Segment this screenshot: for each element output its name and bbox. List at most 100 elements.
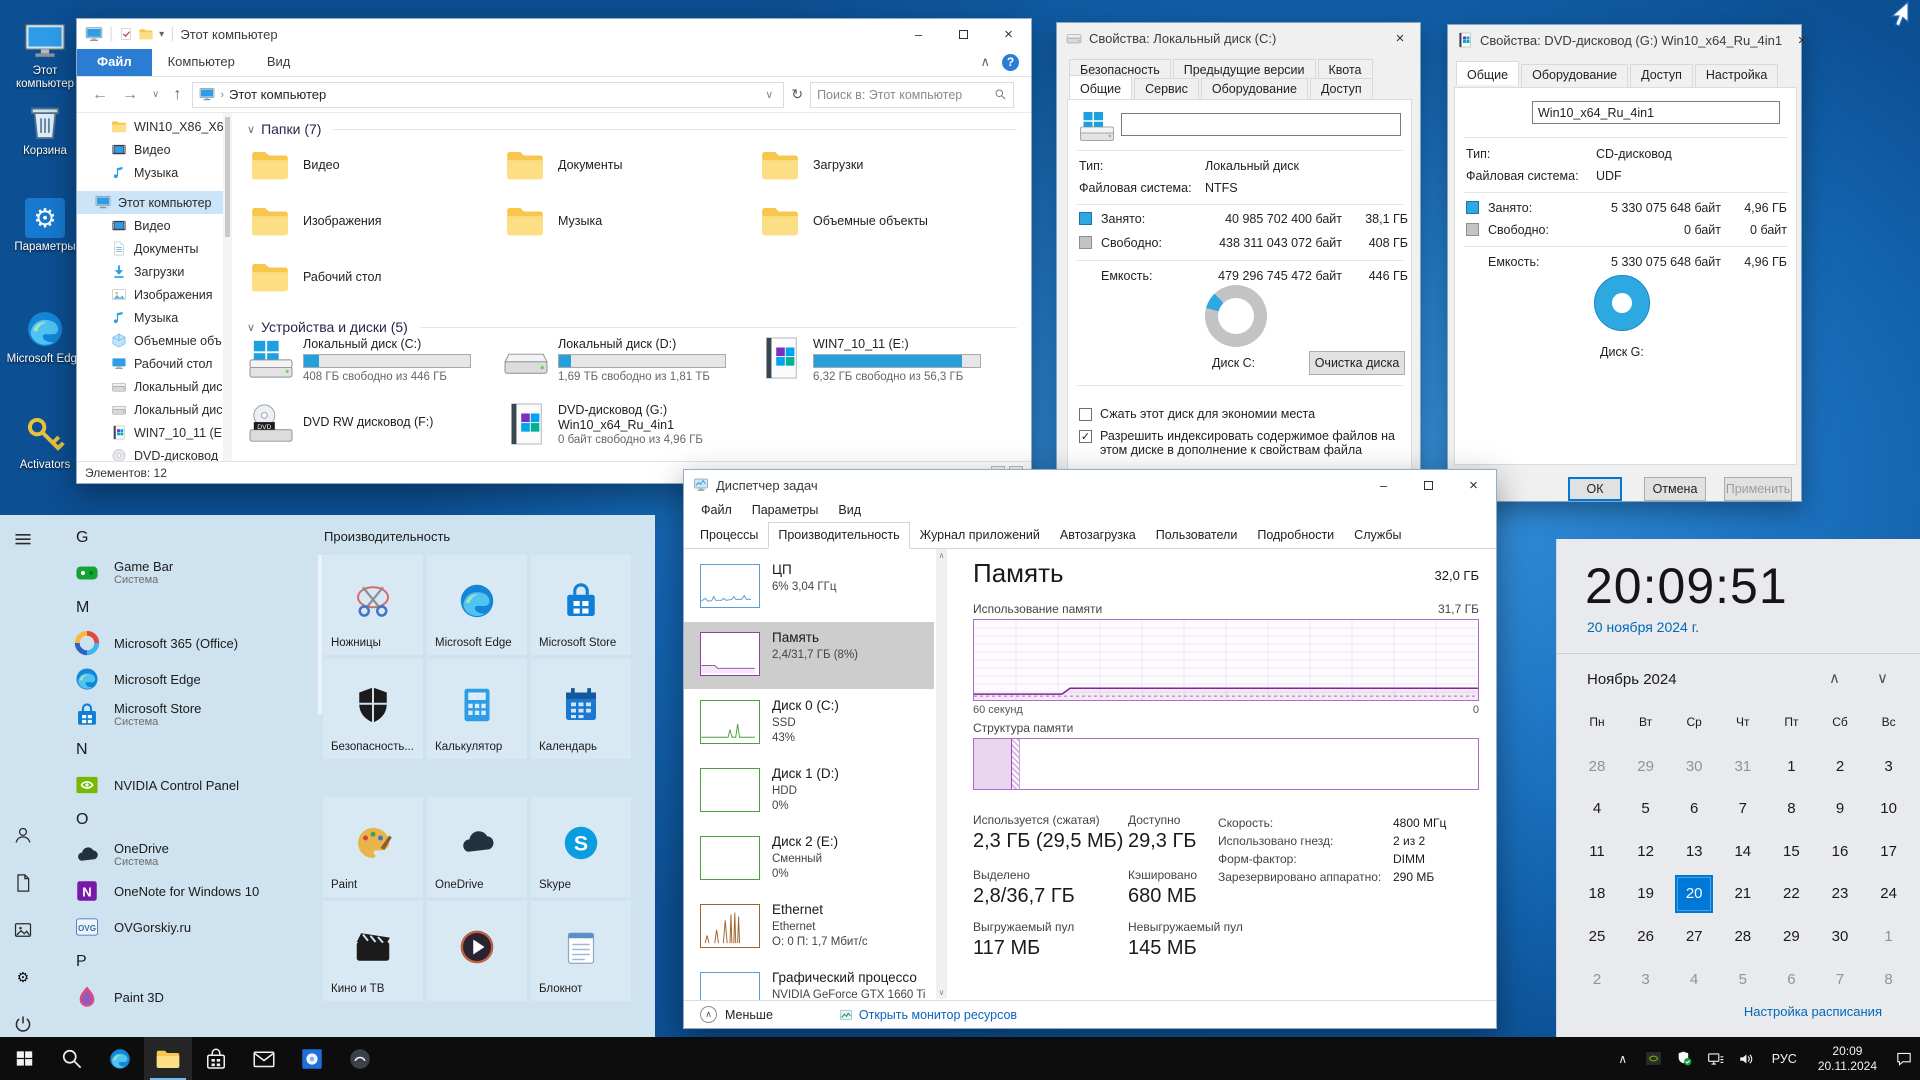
tab-производительность[interactable]: Производительность (768, 522, 909, 549)
tab-пользователи[interactable]: Пользователи (1146, 522, 1248, 548)
folder-item-3[interactable]: Загрузки (757, 139, 1007, 191)
calendar-day-3[interactable]: 3 (1622, 958, 1670, 1000)
calendar-day-22[interactable]: 22 (1767, 873, 1815, 915)
sidebar-item-рабочий-стол[interactable]: Рабочий стол (77, 352, 223, 375)
tile-календарь[interactable]: Календарь (531, 659, 631, 759)
calendar-day-27[interactable]: 27 (1670, 915, 1718, 957)
calendar-day-19[interactable]: 19 (1622, 873, 1670, 915)
maximize-button[interactable] (941, 19, 986, 49)
app-list-item-microsoft-365-office-[interactable]: Microsoft 365 (Office) (48, 625, 320, 661)
tab-previous-versions[interactable]: Предыдущие версии (1173, 59, 1316, 80)
disk-cleanup-button[interactable]: Очистка диска (1309, 351, 1405, 375)
volume-tray-icon[interactable] (1735, 1050, 1759, 1068)
calendar-day-1[interactable]: 1 (1865, 915, 1913, 957)
up-icon[interactable]: ↑ (166, 86, 188, 104)
calendar-day-4[interactable]: 4 (1670, 958, 1718, 1000)
tab-customize[interactable]: Настройка (1695, 64, 1779, 88)
app-list-letter-m[interactable]: M (48, 591, 320, 625)
calendar-day-14[interactable]: 14 (1719, 830, 1767, 872)
calendar-day-26[interactable]: 26 (1622, 915, 1670, 957)
maximize-button[interactable] (1406, 470, 1451, 500)
app-list-letter-p[interactable]: P (48, 945, 320, 979)
user-icon[interactable] (13, 825, 33, 845)
checkbox-unchecked-icon[interactable] (1079, 408, 1092, 421)
folder-item-7[interactable]: Рабочий стол (247, 251, 497, 303)
desktop-icon-2[interactable]: Корзина (6, 100, 84, 158)
drive-item-5[interactable]: DVD-дисковод (G:)Win10_x64_Ru_4in10 байт… (502, 403, 754, 448)
calendar-day-21[interactable]: 21 (1719, 873, 1767, 915)
calendar-day-18[interactable]: 18 (1573, 873, 1621, 915)
clock-date[interactable]: 20 ноября 2024 г. (1587, 619, 1699, 635)
nvidia-tray-icon[interactable] (1642, 1050, 1666, 1067)
calendar-day-24[interactable]: 24 (1865, 873, 1913, 915)
tile-калькулятор[interactable]: Калькулятор (427, 659, 527, 759)
folder-item-1[interactable]: Видео (247, 139, 497, 191)
close-icon[interactable]: × (1782, 25, 1822, 55)
calendar-day-29[interactable]: 29 (1622, 745, 1670, 787)
perf-item-ethernet[interactable]: EthernetEthernetО: 0 П: 1,7 Мбит/с (684, 894, 934, 961)
drives-section-header[interactable]: ∨Устройства и диски (5) (247, 317, 1017, 337)
refresh-icon[interactable]: ↻ (784, 86, 810, 103)
app-list-scrollbar[interactable] (318, 555, 322, 715)
mail-taskbar-button[interactable] (240, 1037, 288, 1080)
collapse-circle-icon[interactable]: ∧ (700, 1006, 717, 1023)
menu-computer[interactable]: Компьютер (152, 49, 251, 76)
ribbon-expand-icon[interactable]: ∧ (980, 54, 990, 76)
calendar-day-6[interactable]: 6 (1670, 788, 1718, 830)
sidebar-item-музыка[interactable]: Музыка (77, 161, 223, 184)
calendar-day-5[interactable]: 5 (1719, 958, 1767, 1000)
schedule-settings-link[interactable]: Настройка расписания (1744, 1004, 1882, 1019)
resource-monitor-link[interactable]: Открыть монитор ресурсов (839, 1008, 1017, 1022)
calendar-day-7[interactable]: 7 (1816, 958, 1864, 1000)
app-list-item-onedrive[interactable]: OneDriveСистема (48, 837, 320, 873)
volume-label-input[interactable] (1121, 113, 1401, 136)
tab-general[interactable]: Общие (1456, 61, 1519, 85)
power-icon[interactable] (13, 1014, 33, 1034)
address-bar[interactable]: › Этот компьютер ∨ (192, 82, 784, 108)
calendar-day-2[interactable]: 2 (1573, 958, 1621, 1000)
store-taskbar-button[interactable] (192, 1037, 240, 1080)
compress-checkbox[interactable]: Сжать этот диск для экономии места (1079, 407, 1399, 421)
tab-службы[interactable]: Службы (1344, 522, 1411, 548)
calendar-prev-icon[interactable]: ∧ (1829, 669, 1840, 687)
tile-paint[interactable]: Paint (323, 797, 423, 897)
perf-item-диск-1-d-[interactable]: Диск 1 (D:)HDD0% (684, 758, 934, 825)
calendar-day-8[interactable]: 8 (1767, 788, 1815, 830)
sidebar-item-win7-10-11-e-[interactable]: WIN7_10_11 (E:) (77, 421, 223, 444)
tab-автозагрузка[interactable]: Автозагрузка (1050, 522, 1146, 548)
app-list-letter-n[interactable]: N (48, 733, 320, 767)
perf-item-диск-0-c-[interactable]: Диск 0 (C:)SSD43% (684, 690, 934, 757)
forward-icon[interactable]: → (115, 86, 145, 104)
drive-item-3[interactable]: WIN7_10_11 (E:)6,32 ГБ свободно из 56,3 … (757, 337, 1009, 385)
folders-section-header[interactable]: ∨Папки (7) (247, 119, 1017, 139)
index-checkbox[interactable]: ✓ Разрешить индексировать содержимое фай… (1079, 429, 1399, 457)
drive-item-1[interactable]: Локальный диск (C:)408 ГБ свободно из 44… (247, 337, 499, 385)
perf-item-диск-2-e-[interactable]: Диск 2 (E:)Сменный0% (684, 826, 934, 893)
calendar-day-9[interactable]: 9 (1816, 788, 1864, 830)
sidebar-item-объемные-объ[interactable]: Объемные объ (77, 329, 223, 352)
calendar-day-10[interactable]: 10 (1865, 788, 1913, 830)
sidebar-item-этот-компьютер[interactable]: Этот компьютер (77, 191, 223, 214)
menu-view[interactable]: Вид (251, 49, 307, 76)
calendar-day-20-selected[interactable]: 20 (1670, 873, 1718, 915)
search-input[interactable] (817, 88, 994, 102)
sidebar-item-локальный-дис[interactable]: Локальный дис (77, 375, 223, 398)
tab-hardware[interactable]: Оборудование (1521, 64, 1628, 88)
app-list-item-microsoft-store[interactable]: Microsoft StoreСистема (48, 697, 320, 733)
desktop-icon-3[interactable]: ⚙Параметры (6, 198, 84, 254)
calendar-day-12[interactable]: 12 (1622, 830, 1670, 872)
menu-file[interactable]: Файл (77, 49, 152, 76)
calendar-day-5[interactable]: 5 (1622, 788, 1670, 830)
minimize-button[interactable]: – (896, 19, 941, 49)
quick-access-folder-icon[interactable] (139, 27, 153, 41)
sidebar-item-видео[interactable]: Видео (77, 138, 223, 161)
calendar-day-11[interactable]: 11 (1573, 830, 1621, 872)
sidebar-item-dvd-дисковод[interactable]: DVD-дисковод (77, 444, 223, 461)
settings-gear-icon[interactable]: ⚙ (13, 967, 33, 987)
tile-блокнот[interactable]: Блокнот (531, 901, 631, 1001)
apply-button[interactable]: Применить (1724, 477, 1792, 501)
pinned-app-button[interactable] (336, 1037, 384, 1080)
tab-журнал-приложений[interactable]: Журнал приложений (910, 522, 1050, 548)
calendar-day-3[interactable]: 3 (1865, 745, 1913, 787)
app-list-item-paint-3d[interactable]: Paint 3D (48, 979, 320, 1015)
